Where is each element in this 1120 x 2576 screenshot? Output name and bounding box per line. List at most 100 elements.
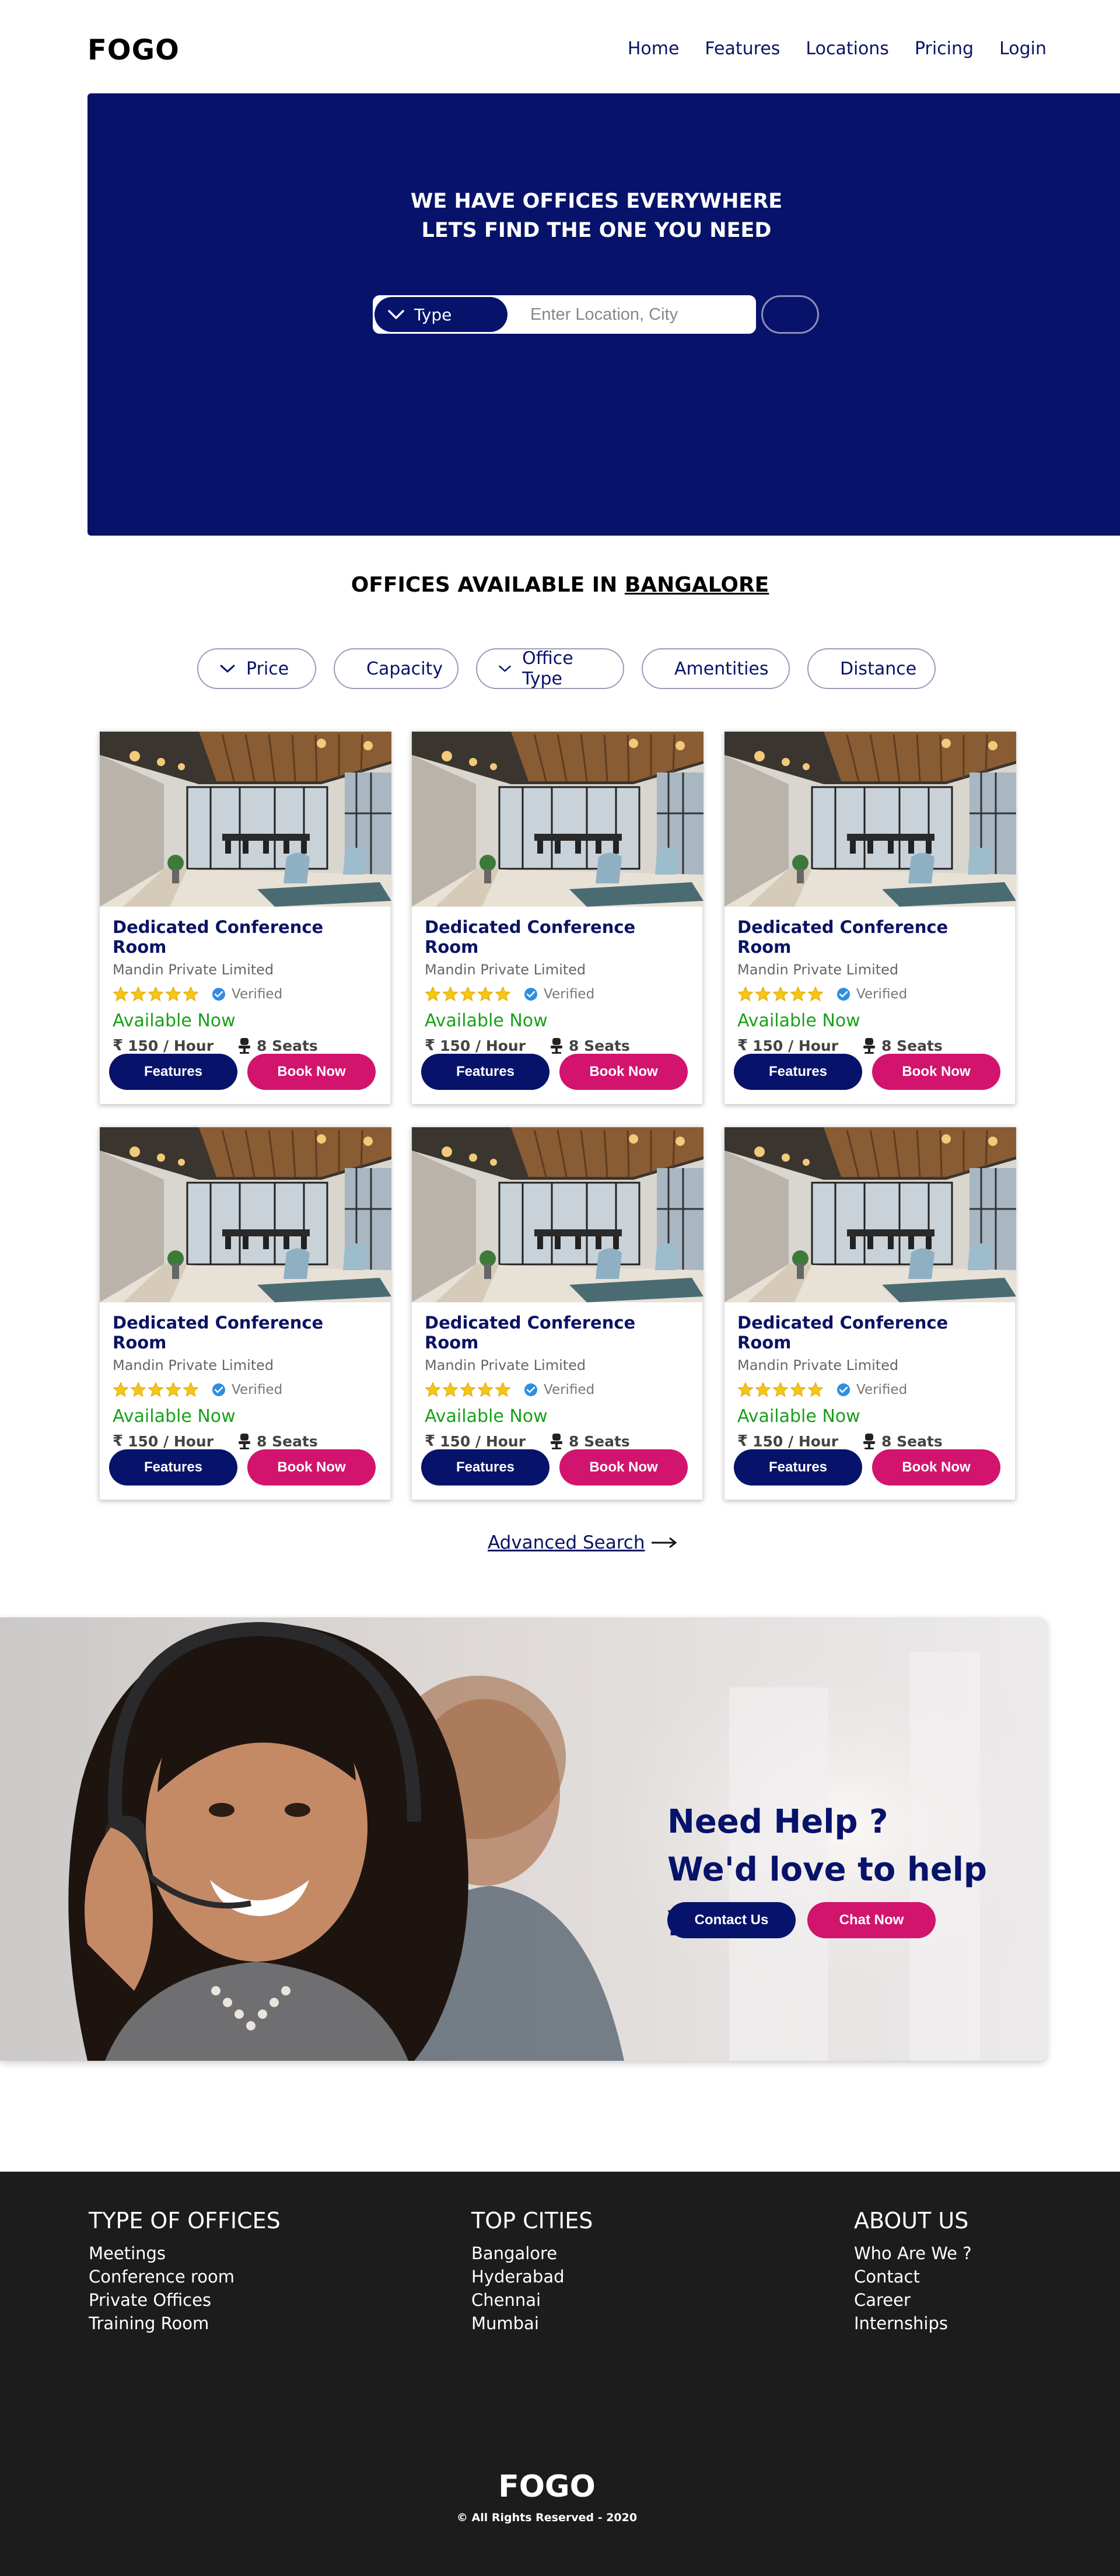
features-button[interactable]: Features (734, 1449, 862, 1486)
office-photo[interactable] (412, 732, 704, 907)
filter-bar: Price Capacity Office Type Amentities Di… (197, 648, 936, 689)
office-card[interactable]: Dedicated Conference Room Mandin Private… (411, 731, 704, 1105)
office-photo[interactable] (724, 732, 1016, 907)
card-price: 150 / Hour (128, 1037, 214, 1054)
card-rating: Verified (113, 985, 377, 1004)
book-now-button[interactable]: Book Now (247, 1054, 376, 1090)
features-button[interactable]: Features (421, 1449, 550, 1486)
nav-home-link[interactable]: Home (628, 39, 680, 59)
card-rating: Verified (737, 1380, 1002, 1399)
nav-features-link[interactable]: Features (705, 39, 780, 59)
card-body: Dedicated Conference Room Mandin Private… (425, 917, 690, 1054)
footer-link[interactable]: Conference room (89, 2265, 281, 2288)
card-title[interactable]: Dedicated Conference Room (113, 917, 377, 957)
footer-link[interactable]: Contact (854, 2265, 972, 2288)
footer-link[interactable]: Mumbai (471, 2312, 593, 2335)
features-button[interactable]: Features (734, 1054, 862, 1090)
features-button[interactable]: Features (109, 1449, 237, 1486)
office-photo[interactable] (724, 1127, 1016, 1302)
office-card[interactable]: Dedicated Conference Room Mandin Private… (411, 1127, 704, 1500)
book-now-button[interactable]: Book Now (559, 1054, 688, 1090)
office-photo[interactable] (100, 732, 391, 907)
office-photo[interactable] (100, 1127, 391, 1302)
footer-link[interactable]: Chennai (471, 2288, 593, 2312)
filter-label: Capacity (366, 658, 443, 679)
footer-link[interactable]: Career (854, 2288, 972, 2312)
seats-info: 8 Seats (862, 1037, 943, 1054)
features-button[interactable]: Features (109, 1054, 237, 1090)
star-icon (183, 986, 199, 1002)
contact-us-button[interactable]: Contact Us (667, 1902, 796, 1938)
office-card[interactable]: Dedicated Conference Room Mandin Private… (724, 1127, 1016, 1500)
card-title[interactable]: Dedicated Conference Room (425, 917, 690, 957)
book-now-button[interactable]: Book Now (559, 1449, 688, 1486)
office-card[interactable]: Dedicated Conference Room Mandin Private… (99, 1127, 391, 1500)
nav-pricing-link[interactable]: Pricing (915, 39, 974, 59)
logo[interactable]: FOGO (88, 34, 180, 67)
verified-check-icon (837, 1383, 850, 1396)
footer-link[interactable]: Bangalore (471, 2242, 593, 2265)
availability-status: Available Now (737, 1011, 860, 1031)
card-title[interactable]: Dedicated Conference Room (737, 1313, 1002, 1352)
location-search-input[interactable] (513, 295, 752, 334)
card-title[interactable]: Dedicated Conference Room (425, 1313, 690, 1352)
star-icon (425, 1382, 441, 1397)
book-now-button[interactable]: Book Now (247, 1449, 376, 1486)
footer-col-title: ABOUT US (854, 2208, 969, 2234)
footer-col-office-types: TYPE OF OFFICES Meetings Conference room… (89, 2208, 281, 2335)
footer-link[interactable]: Meetings (89, 2242, 281, 2265)
hero-banner: WE HAVE OFFICES EVERYWHERE LETS FIND THE… (88, 93, 1120, 536)
footer-link[interactable]: Training Room (89, 2312, 281, 2335)
card-title[interactable]: Dedicated Conference Room (737, 917, 1002, 957)
verified-check-icon (524, 1383, 537, 1396)
office-card[interactable]: Dedicated Conference Room Mandin Private… (724, 731, 1016, 1105)
footer-link[interactable]: Who Are We ? (854, 2242, 972, 2265)
star-icon (130, 1382, 146, 1397)
rupee-icon: ₹ (425, 1037, 436, 1054)
nav-locations-link[interactable]: Locations (806, 39, 889, 59)
type-dropdown[interactable]: Type (374, 297, 508, 332)
chair-icon (551, 1038, 563, 1054)
filter-distance[interactable]: Distance (807, 648, 936, 689)
office-photo[interactable] (412, 1127, 704, 1302)
chat-now-button[interactable]: Chat Now (807, 1902, 936, 1938)
star-icon (772, 1382, 789, 1397)
footer-logo[interactable]: FOGO (0, 2469, 1094, 2504)
footer-link[interactable]: Hyderabad (471, 2265, 593, 2288)
card-meta: ₹ 150 / Hour 8 Seats (113, 1432, 377, 1450)
office-photo-image (724, 1127, 1016, 1302)
verified-check-icon (524, 988, 537, 1001)
card-body: Dedicated Conference Room Mandin Private… (737, 917, 1002, 1054)
star-icon (755, 1382, 771, 1397)
verified-badge: Verified (212, 1382, 282, 1397)
star-rating (425, 986, 511, 1002)
search-button[interactable] (761, 295, 819, 334)
card-title[interactable]: Dedicated Conference Room (113, 1313, 377, 1352)
filter-capacity[interactable]: Capacity (334, 648, 459, 689)
filter-office-type[interactable]: Office Type (476, 648, 624, 689)
office-card[interactable]: Dedicated Conference Room Mandin Private… (99, 731, 391, 1105)
filter-amenities[interactable]: Amentities (642, 648, 790, 689)
footer-link[interactable]: Internships (854, 2312, 972, 2335)
verified-label: Verified (232, 1382, 283, 1397)
card-meta: ₹ 150 / Hour 8 Seats (737, 1037, 1002, 1054)
star-rating (113, 986, 199, 1002)
star-icon (183, 1382, 199, 1397)
book-now-button[interactable]: Book Now (872, 1054, 1000, 1090)
star-icon (495, 986, 511, 1002)
filter-price[interactable]: Price (197, 648, 316, 689)
card-company: Mandin Private Limited (737, 1357, 899, 1373)
filter-label: Amentities (674, 658, 769, 679)
star-icon (148, 986, 164, 1002)
book-now-button[interactable]: Book Now (872, 1449, 1000, 1486)
footer-link[interactable]: Private Offices (89, 2288, 281, 2312)
card-seats: 8 Seats (257, 1037, 318, 1054)
advanced-search-link[interactable]: Advanced Search (488, 1532, 677, 1553)
nav-login-link[interactable]: Login (999, 39, 1046, 59)
card-body: Dedicated Conference Room Mandin Private… (113, 917, 377, 1054)
chair-icon (863, 1434, 876, 1449)
search-bar: Type (373, 295, 856, 334)
features-button[interactable]: Features (421, 1054, 550, 1090)
star-icon (165, 986, 181, 1002)
offices-heading-city[interactable]: BANGALORE (625, 573, 769, 597)
